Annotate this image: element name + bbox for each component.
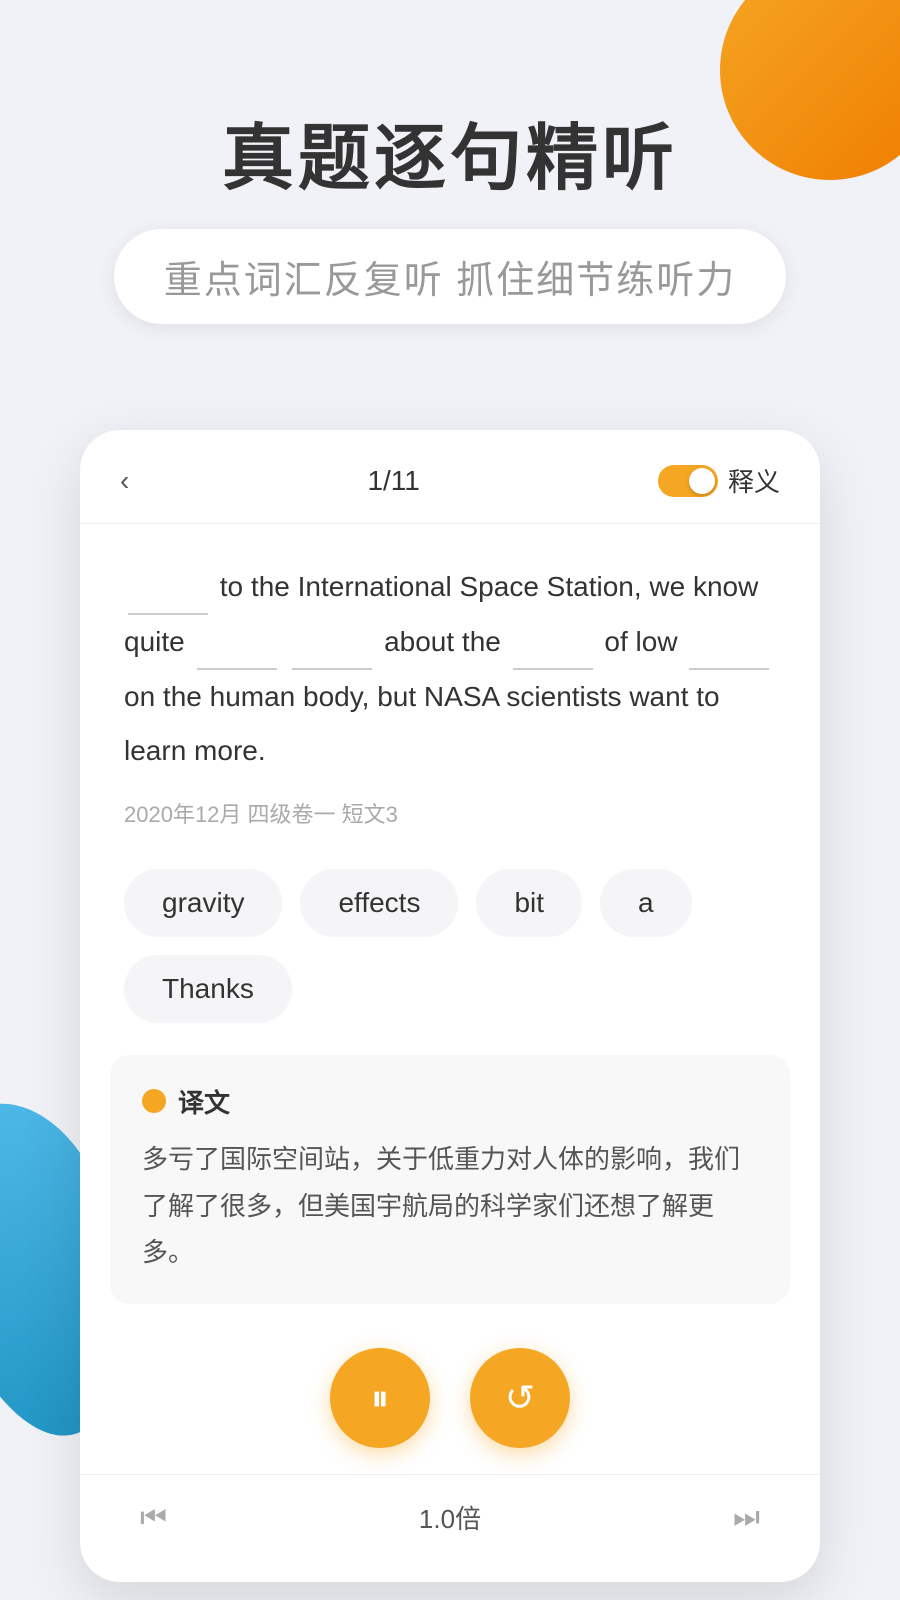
source-tag: 2020年12月 四级卷一 短文3 bbox=[124, 797, 776, 829]
passage-segment-3: of low bbox=[604, 626, 685, 657]
subtitle-pill: 重点词汇反复听 抓住细节练听力 bbox=[114, 229, 787, 324]
app-card: ‹ 1/11 释义 to the International Space Sta… bbox=[80, 430, 820, 1582]
blank-1 bbox=[128, 560, 208, 615]
prev-button[interactable]: ⏮ bbox=[140, 1501, 167, 1535]
word-chip-bit[interactable]: bit bbox=[476, 869, 582, 937]
toggle-area[interactable]: 释义 bbox=[658, 462, 780, 499]
refresh-button[interactable]: ↺ bbox=[470, 1348, 570, 1448]
translation-box: 译文 多亏了国际空间站，关于低重力对人体的影响，我们了解了很多，但美国宇航局的科… bbox=[110, 1055, 790, 1304]
back-button[interactable]: ‹ bbox=[120, 465, 129, 497]
header-section: 真题逐句精听 重点词汇反复听 抓住细节练听力 bbox=[0, 0, 900, 364]
toggle-switch[interactable] bbox=[658, 465, 718, 497]
passage-text: to the International Space Station, we k… bbox=[124, 560, 776, 777]
speed-label[interactable]: 1.0倍 bbox=[419, 1499, 481, 1536]
passage-segment-2: about the bbox=[384, 626, 509, 657]
word-chips-container: gravity effects bit a Thanks bbox=[80, 853, 820, 1039]
passage-segment-4: on the human body, but NASA scientists w… bbox=[124, 681, 720, 765]
word-chip-a[interactable]: a bbox=[600, 869, 692, 937]
translation-text: 多亏了国际空间站，关于低重力对人体的影响，我们了解了很多，但美国宇航局的科学家们… bbox=[142, 1136, 758, 1276]
main-title: 真题逐句精听 bbox=[60, 120, 840, 199]
card-nav: ‹ 1/11 释义 bbox=[80, 430, 820, 524]
player-controls: ⏸ ↺ bbox=[80, 1328, 820, 1464]
next-button[interactable]: ⏭ bbox=[733, 1501, 760, 1535]
word-chip-effects[interactable]: effects bbox=[300, 869, 458, 937]
pause-icon: ⏸ bbox=[371, 1377, 389, 1420]
refresh-icon: ↺ bbox=[505, 1377, 535, 1419]
pause-button[interactable]: ⏸ bbox=[330, 1348, 430, 1448]
toggle-label: 释义 bbox=[728, 462, 780, 499]
bottom-bar: ⏮ 1.0倍 ⏭ bbox=[80, 1474, 820, 1552]
translation-header: 译文 bbox=[142, 1083, 758, 1120]
blank-5 bbox=[689, 615, 769, 670]
translation-dot bbox=[142, 1089, 166, 1113]
toggle-knob bbox=[689, 468, 715, 494]
subtitle-text: 重点词汇反复听 抓住细节练听力 bbox=[164, 260, 737, 302]
blank-4 bbox=[513, 615, 593, 670]
blank-2 bbox=[197, 615, 277, 670]
word-chip-gravity[interactable]: gravity bbox=[124, 869, 282, 937]
passage-area: to the International Space Station, we k… bbox=[80, 524, 820, 853]
progress-indicator: 1/11 bbox=[367, 465, 419, 497]
blank-3 bbox=[292, 615, 372, 670]
word-chip-thanks[interactable]: Thanks bbox=[124, 955, 292, 1023]
translation-title: 译文 bbox=[178, 1083, 230, 1120]
